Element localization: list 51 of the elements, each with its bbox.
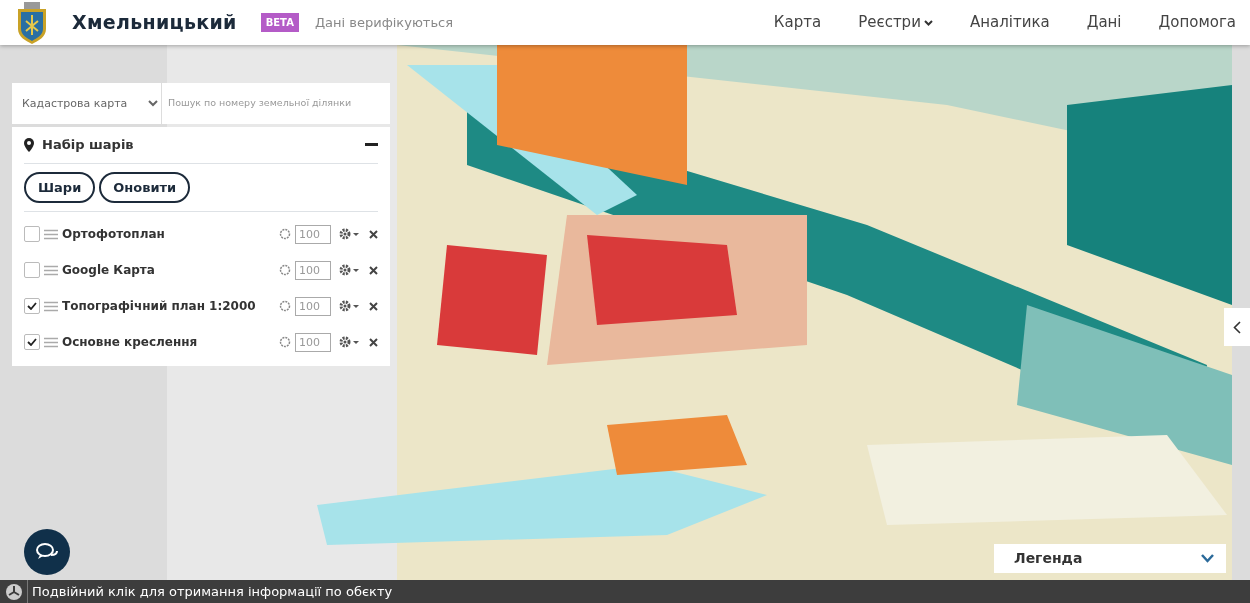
collapse-button[interactable]: [365, 142, 378, 147]
drag-handle-icon[interactable]: [44, 336, 58, 348]
layer-name: Google Карта: [62, 262, 155, 279]
status-bar-text: Подвійний клік для отримання інформації по обєкту: [31, 582, 393, 601]
chat-button[interactable]: [24, 529, 70, 575]
drag-handle-icon[interactable]: [44, 228, 58, 240]
checkbox[interactable]: [24, 262, 40, 278]
site-title: Хмельницький: [72, 10, 237, 36]
gear-menu-icon[interactable]: [339, 300, 361, 312]
map-pin-icon: [24, 137, 34, 152]
gear-menu-icon[interactable]: [339, 264, 361, 276]
checkbox[interactable]: [24, 334, 40, 350]
layer-name: Топографічний план 1:2000: [62, 298, 256, 315]
close-icon[interactable]: [369, 265, 378, 275]
chevron-left-icon: [1233, 320, 1241, 334]
close-icon[interactable]: [369, 301, 378, 311]
nav-dropdown[interactable]: Реєстри: [858, 11, 933, 34]
pill-button[interactable]: Оновити: [99, 171, 191, 203]
brightness-icon: [279, 300, 291, 312]
chevron-down-icon: [1201, 554, 1214, 563]
close-icon[interactable]: [369, 337, 378, 347]
expand-panel-button[interactable]: [1224, 308, 1250, 346]
map-type-dropdown[interactable]: Кадастрова карта: [12, 83, 162, 124]
brightness-icon: [279, 228, 291, 240]
brightness-icon: [279, 336, 291, 348]
brightness-icon: [279, 264, 291, 276]
layer-name: Основне креслення: [62, 334, 198, 351]
nav-link[interactable]: Дані: [1086, 11, 1122, 34]
close-icon[interactable]: [369, 229, 378, 239]
search-field[interactable]: Пошук по номеру земельної ділянки: [162, 83, 390, 124]
gear-menu-icon[interactable]: [339, 228, 361, 240]
drag-handle-icon[interactable]: [44, 300, 58, 312]
nav-link[interactable]: Карта: [773, 11, 822, 34]
drag-handle-icon[interactable]: [44, 264, 58, 276]
checkmark-icon: [27, 302, 37, 310]
checkbox[interactable]: [24, 298, 40, 314]
panel-title: Набір шарів: [42, 136, 134, 154]
checkmark-icon: [27, 338, 37, 346]
legend-title: Легенда: [1014, 549, 1083, 568]
legend-panel[interactable]: Легенда: [994, 544, 1226, 573]
checkbox[interactable]: [24, 226, 40, 242]
status-text: Дані верифікуються: [314, 13, 454, 32]
gear-menu-icon[interactable]: [339, 336, 361, 348]
nav-link[interactable]: Аналітика: [969, 11, 1050, 34]
pill-button[interactable]: Шари: [24, 171, 96, 203]
beta-badge: BETA: [260, 13, 299, 32]
caret-icon: [923, 19, 933, 26]
minus-icon: [365, 142, 378, 147]
chat-icon: [35, 542, 59, 562]
layer-name: Ортофотоплан: [62, 226, 165, 243]
nav-link[interactable]: Допомога: [1158, 11, 1236, 34]
